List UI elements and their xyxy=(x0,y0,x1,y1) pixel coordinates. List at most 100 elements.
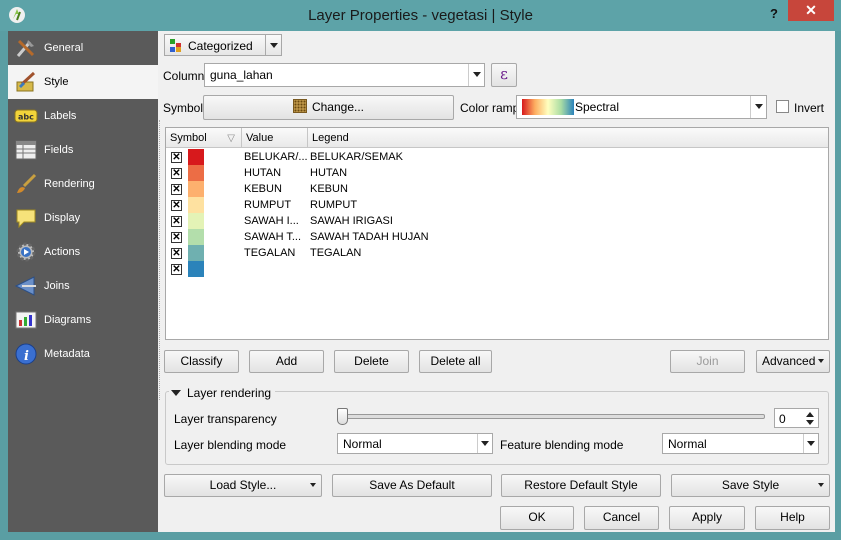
join-button[interactable]: Join xyxy=(670,350,745,373)
table-row[interactable]: ✕ SAWAH I... SAWAH IRIGASI xyxy=(166,213,828,229)
labels-icon: abc xyxy=(14,109,38,123)
add-button[interactable]: Add xyxy=(249,350,324,373)
symbol-swatch[interactable] xyxy=(188,245,204,261)
sidebar-item-style[interactable]: Style xyxy=(8,65,158,99)
collapse-triangle-icon xyxy=(171,390,181,396)
symbol-swatch[interactable] xyxy=(188,261,204,277)
table-row[interactable]: ✕ xyxy=(166,261,828,277)
transparency-slider-handle[interactable] xyxy=(337,408,348,425)
rendering-brush-icon xyxy=(17,173,37,193)
chevron-down-icon xyxy=(755,104,763,109)
color-ramp-combobox[interactable]: Spectral xyxy=(516,95,767,119)
row-value: SAWAH I... xyxy=(244,215,299,227)
expression-button[interactable]: ε xyxy=(491,63,517,87)
blending-value: Normal xyxy=(343,437,382,451)
change-symbol-button[interactable]: Change... xyxy=(203,95,454,120)
table-row[interactable]: ✕ TEGALAN TEGALAN xyxy=(166,245,828,261)
value-column-header[interactable]: Value xyxy=(242,128,308,148)
classify-button[interactable]: Classify xyxy=(164,350,239,373)
categories-table[interactable]: Symbol ▽ Value Legend ✕ BELUKAR/... BELU… xyxy=(165,127,829,340)
save-style-button[interactable]: Save Style xyxy=(671,474,830,497)
table-row[interactable]: ✕ RUMPUT RUMPUT xyxy=(166,197,828,213)
symbol-swatch[interactable] xyxy=(188,213,204,229)
column-combobox[interactable]: guna_lahan xyxy=(204,63,485,87)
transparency-spinbox[interactable]: 0 xyxy=(774,408,819,428)
table-row[interactable]: ✕ HUTAN HUTAN xyxy=(166,165,828,181)
sidebar-item-label: Rendering xyxy=(44,178,95,190)
layer-rendering-toggle[interactable]: Layer rendering xyxy=(169,386,276,400)
sidebar-item-general[interactable]: General xyxy=(8,31,158,65)
gear-icon xyxy=(16,242,36,262)
sidebar-item-metadata[interactable]: i Metadata xyxy=(8,337,158,371)
row-value: BELUKAR/... xyxy=(244,151,308,163)
symbol-swatch[interactable] xyxy=(188,197,204,213)
load-style-button[interactable]: Load Style... xyxy=(164,474,322,497)
sidebar-item-display[interactable]: Display xyxy=(8,201,158,235)
sidebar-item-diagrams[interactable]: Diagrams xyxy=(8,303,158,337)
delete-all-button[interactable]: Delete all xyxy=(419,350,492,373)
table-row[interactable]: ✕ SAWAH T... SAWAH TADAH HUJAN xyxy=(166,229,828,245)
restore-default-style-button[interactable]: Restore Default Style xyxy=(501,474,661,497)
symbol-label: Symbol xyxy=(163,101,204,115)
save-as-default-button[interactable]: Save As Default xyxy=(332,474,492,497)
help-title-button[interactable]: ? xyxy=(762,4,786,24)
dropdown-divider xyxy=(750,96,751,118)
row-checkbox[interactable]: ✕ xyxy=(171,184,182,195)
table-row[interactable]: ✕ BELUKAR/... BELUKAR/SEMAK xyxy=(166,149,828,165)
load-style-label: Load Style... xyxy=(209,478,277,492)
color-ramp-label: Color ramp xyxy=(460,101,520,115)
sidebar-item-fields[interactable]: Fields xyxy=(8,133,158,167)
transparency-label: Layer transparency xyxy=(174,412,277,426)
categorized-icon xyxy=(170,39,181,52)
sidebar-item-rendering[interactable]: Rendering xyxy=(8,167,158,201)
sidebar-item-labels[interactable]: abc Labels xyxy=(8,99,158,133)
symbol-column-header[interactable]: Symbol ▽ xyxy=(166,128,242,148)
fields-table-icon xyxy=(15,140,37,160)
row-checkbox[interactable]: ✕ xyxy=(171,248,182,259)
renderer-dropdown[interactable]: Categorized xyxy=(164,34,282,56)
sidebar-item-label: Metadata xyxy=(44,348,90,360)
color-ramp-value: Spectral xyxy=(575,100,620,114)
advanced-button[interactable]: Advanced xyxy=(756,350,830,373)
row-legend: SAWAH IRIGASI xyxy=(310,215,393,227)
value-header-text: Value xyxy=(246,132,274,144)
help-button[interactable]: Help xyxy=(755,506,830,530)
row-checkbox[interactable]: ✕ xyxy=(171,216,182,227)
delete-button[interactable]: Delete xyxy=(334,350,409,373)
window-title: Layer Properties - vegetasi | Style xyxy=(308,7,533,24)
symbol-swatch[interactable] xyxy=(188,229,204,245)
invert-checkbox[interactable] xyxy=(776,100,789,113)
chevron-down-icon xyxy=(481,441,489,446)
symbol-swatch[interactable] xyxy=(188,181,204,197)
ok-button[interactable]: OK xyxy=(500,506,574,530)
row-checkbox[interactable]: ✕ xyxy=(171,200,182,211)
symbol-swatch[interactable] xyxy=(188,165,204,181)
feature-blending-combobox[interactable]: Normal xyxy=(662,433,819,454)
apply-button[interactable]: Apply xyxy=(669,506,745,530)
spin-down-icon[interactable] xyxy=(806,420,814,425)
row-checkbox[interactable]: ✕ xyxy=(171,168,182,179)
blending-label: Layer blending mode xyxy=(174,438,287,452)
row-checkbox[interactable]: ✕ xyxy=(171,152,182,163)
paint-brush-icon xyxy=(16,71,36,92)
dropdown-divider xyxy=(477,434,478,453)
sidebar-item-joins[interactable]: Joins xyxy=(8,269,158,303)
sidebar-item-label: Joins xyxy=(44,280,70,292)
spin-up-icon[interactable] xyxy=(806,412,814,417)
column-label: Column xyxy=(163,69,205,83)
layer-blending-combobox[interactable]: Normal xyxy=(337,433,493,454)
transparency-slider[interactable] xyxy=(340,414,765,419)
sidebar-item-label: Diagrams xyxy=(44,314,92,326)
table-row[interactable]: ✕ KEBUN KEBUN xyxy=(166,181,828,197)
symbol-swatch[interactable] xyxy=(188,149,204,165)
close-button[interactable]: ✕ xyxy=(788,0,834,21)
splitter-handle[interactable] xyxy=(159,120,162,400)
change-label: Change... xyxy=(311,100,365,114)
spectral-ramp-preview xyxy=(522,99,574,115)
sidebar-item-actions[interactable]: Actions xyxy=(8,235,158,269)
symbol-preview-icon xyxy=(292,99,307,113)
row-checkbox[interactable]: ✕ xyxy=(171,264,182,275)
legend-column-header[interactable]: Legend xyxy=(308,128,828,148)
cancel-button[interactable]: Cancel xyxy=(584,506,659,530)
row-checkbox[interactable]: ✕ xyxy=(171,232,182,243)
